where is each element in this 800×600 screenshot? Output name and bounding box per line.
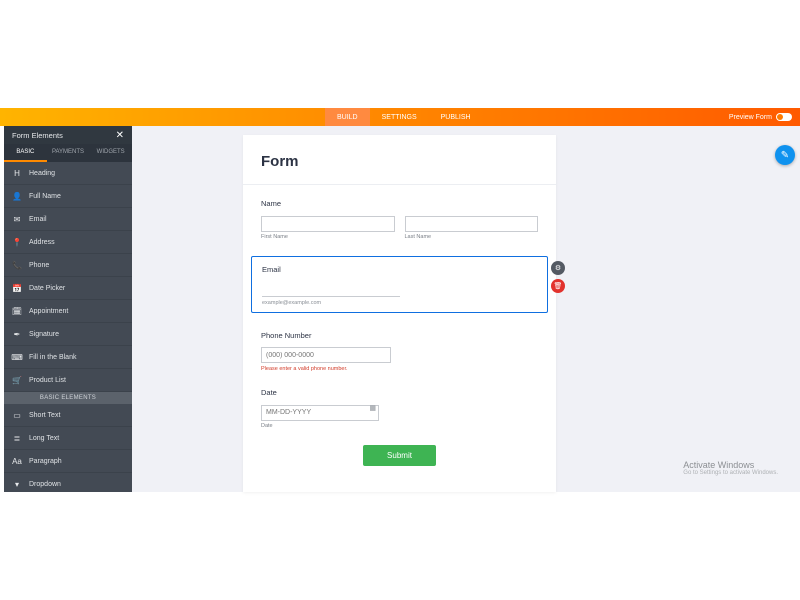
first-name-input[interactable] xyxy=(261,216,395,232)
element-email[interactable]: ✉ Email xyxy=(4,208,132,231)
cart-icon: 🛒 xyxy=(12,375,22,385)
element-label: Date Picker xyxy=(29,285,65,292)
first-name-sublabel: First Name xyxy=(261,234,395,240)
element-signature[interactable]: ✒ Signature xyxy=(4,323,132,346)
element-full-name[interactable]: 👤 Full Name xyxy=(4,185,132,208)
tab-basic[interactable]: BASIC xyxy=(4,144,47,162)
long-text-icon: ≣ xyxy=(12,433,22,443)
element-label: Address xyxy=(29,239,55,246)
top-bar: BUILD SETTINGS PUBLISH Preview Form xyxy=(0,108,800,126)
date-label: Date xyxy=(261,388,538,397)
element-label: Product List xyxy=(29,377,66,384)
trash-icon: 🗑 xyxy=(554,282,563,290)
element-label: Appointment xyxy=(29,308,68,315)
windows-watermark: Activate Windows Go to Settings to activ… xyxy=(683,460,778,476)
last-name-input[interactable] xyxy=(405,216,539,232)
dropdown-icon: ▾ xyxy=(12,480,22,490)
tab-payments[interactable]: PAYMENTS xyxy=(47,144,90,162)
phone-icon: 📞 xyxy=(12,260,22,270)
submit-button[interactable]: Submit xyxy=(363,445,436,466)
section-basic-elements: BASIC ELEMENTS xyxy=(4,392,132,404)
phone-error: Please enter a valid phone number. xyxy=(261,366,538,372)
element-product-list[interactable]: 🛒 Product List xyxy=(4,369,132,392)
field-settings-button[interactable]: ⚙ xyxy=(551,261,565,275)
name-label: Name xyxy=(261,199,538,208)
watermark-title: Activate Windows xyxy=(683,460,778,470)
element-label: Paragraph xyxy=(29,458,62,465)
person-icon: 👤 xyxy=(12,191,22,201)
element-heading[interactable]: H Heading xyxy=(4,162,132,185)
element-dropdown[interactable]: ▾ Dropdown xyxy=(4,473,132,496)
date-sublabel: Date xyxy=(261,423,538,429)
email-field-selected[interactable]: Email example@example.com ⚙ 🗑 xyxy=(251,256,548,313)
name-field[interactable]: Name First Name Last Name xyxy=(261,199,538,240)
heading-icon: H xyxy=(12,168,22,178)
element-label: Phone xyxy=(29,262,49,269)
element-phone[interactable]: 📞 Phone xyxy=(4,254,132,277)
element-label: Dropdown xyxy=(29,481,61,488)
nav-publish[interactable]: PUBLISH xyxy=(429,108,483,126)
element-short-text[interactable]: ▭ Short Text xyxy=(4,404,132,427)
phone-input[interactable] xyxy=(261,347,391,363)
pen-icon: ✒ xyxy=(12,329,22,339)
date-field[interactable]: Date ▦ Date xyxy=(261,388,538,429)
element-label: Short Text xyxy=(29,412,60,419)
paragraph-icon: Aa xyxy=(12,456,22,466)
email-input[interactable] xyxy=(262,283,400,297)
build-fab[interactable]: ✎ xyxy=(775,145,795,165)
pin-icon: 📍 xyxy=(12,237,22,247)
watermark-sub: Go to Settings to activate Windows. xyxy=(683,470,778,476)
field-delete-button[interactable]: 🗑 xyxy=(551,279,565,293)
phone-field[interactable]: Phone Number Please enter a valid phone … xyxy=(261,331,538,373)
element-paragraph[interactable]: Aa Paragraph xyxy=(4,450,132,473)
nav-settings[interactable]: SETTINGS xyxy=(370,108,429,126)
keyboard-icon: ⌨ xyxy=(12,352,22,362)
email-label: Email xyxy=(262,265,537,274)
last-name-sublabel: Last Name xyxy=(405,234,539,240)
element-address[interactable]: 📍 Address xyxy=(4,231,132,254)
element-long-text[interactable]: ≣ Long Text xyxy=(4,427,132,450)
email-hint: example@example.com xyxy=(262,300,537,306)
appointment-icon: 🗓 xyxy=(12,306,22,316)
element-fill-blank[interactable]: ⌨ Fill in the Blank xyxy=(4,346,132,369)
short-text-icon: ▭ xyxy=(12,410,22,420)
phone-label: Phone Number xyxy=(261,331,538,340)
element-label: Email xyxy=(29,216,47,223)
element-label: Signature xyxy=(29,331,59,338)
tab-widgets[interactable]: WIDGETS xyxy=(89,144,132,162)
preview-toggle[interactable] xyxy=(776,113,792,121)
preview-form-label: Preview Form xyxy=(729,114,772,121)
gear-icon: ⚙ xyxy=(555,264,561,272)
form-elements-sidebar: Form Elements ✕ BASIC PAYMENTS WIDGETS H… xyxy=(4,126,132,492)
wand-icon: ✎ xyxy=(781,150,789,161)
element-date-picker[interactable]: 📅 Date Picker xyxy=(4,277,132,300)
element-appointment[interactable]: 🗓 Appointment xyxy=(4,300,132,323)
envelope-icon: ✉ xyxy=(12,214,22,224)
element-label: Heading xyxy=(29,170,55,177)
form-title[interactable]: Form xyxy=(243,135,556,185)
calendar-icon: 📅 xyxy=(12,283,22,293)
calendar-picker-icon[interactable]: ▦ xyxy=(369,404,376,412)
close-icon[interactable]: ✕ xyxy=(116,130,124,141)
form-card: Form Name First Name Last Name Email exa… xyxy=(243,135,556,492)
element-label: Full Name xyxy=(29,193,61,200)
nav-build[interactable]: BUILD xyxy=(325,108,370,126)
element-label: Long Text xyxy=(29,435,59,442)
sidebar-title: Form Elements xyxy=(12,131,63,140)
element-label: Fill in the Blank xyxy=(29,354,76,361)
date-input[interactable] xyxy=(261,405,379,421)
